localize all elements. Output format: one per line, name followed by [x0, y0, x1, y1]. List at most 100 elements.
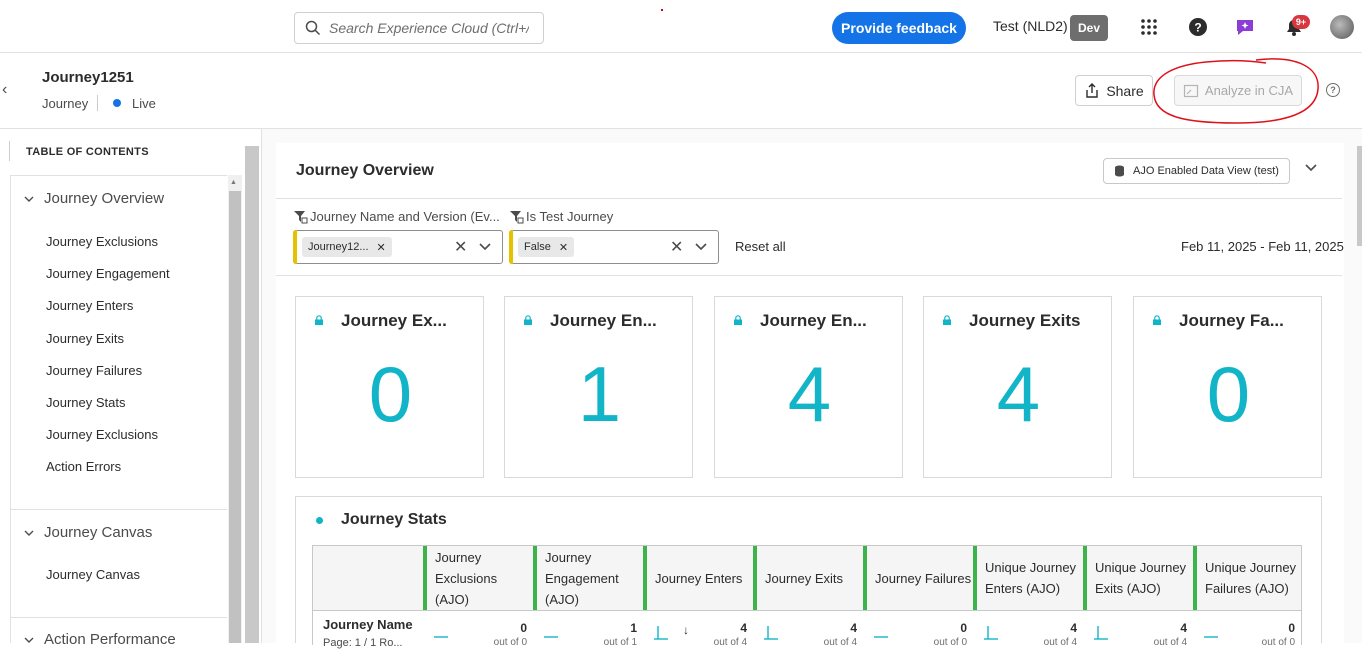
toc-left-border: [10, 175, 11, 643]
column-header[interactable]: Unique Journey Failures (AJO): [1193, 546, 1301, 610]
metric-card-value: 0: [1206, 350, 1251, 438]
filters-divider: [276, 275, 1342, 276]
lock-icon: [734, 315, 742, 325]
stats-dot-icon: [316, 517, 323, 524]
column-header[interactable]: Journey Engagement (AJO): [533, 546, 643, 610]
share-button[interactable]: Share: [1075, 75, 1153, 106]
toc-item-journey-enters[interactable]: Journey Enters: [46, 298, 133, 313]
back-chevron-icon[interactable]: ‹: [2, 81, 7, 99]
filter-marker: [509, 230, 513, 264]
search-box[interactable]: [294, 12, 544, 44]
filter-label-journey-name: Journey Name and Version (Ev...: [293, 209, 500, 224]
spike-sparkline-icon: [1094, 626, 1108, 640]
clear-filter-icon[interactable]: ✕: [454, 237, 467, 257]
sort-down-arrow-icon[interactable]: ↓: [683, 623, 689, 637]
scroll-up-arrow-icon[interactable]: ▲: [230, 179, 237, 186]
notifications-count-badge: 9+: [1292, 15, 1310, 29]
toc-divider: [10, 509, 227, 510]
flat-sparkline-icon: [434, 636, 448, 638]
data-view-selector[interactable]: AJO Enabled Data View (test): [1103, 158, 1290, 184]
column-header[interactable]: Unique Journey Exits (AJO): [1083, 546, 1193, 610]
user-avatar[interactable]: [1330, 15, 1354, 39]
toc-item-journey-stats[interactable]: Journey Stats: [46, 395, 126, 410]
toc-section-journey-canvas[interactable]: Journey Canvas: [24, 524, 152, 541]
help-icon[interactable]: ?: [1185, 14, 1211, 40]
toc-item-action-errors[interactable]: Action Errors: [46, 459, 121, 474]
metric-card-journey-enters[interactable]: Journey En... 4: [714, 296, 903, 478]
lock-icon: [315, 315, 323, 325]
journey-status: Live: [132, 96, 156, 111]
toc-item-journey-failures[interactable]: Journey Failures: [46, 363, 142, 378]
metric-card-value: 1: [577, 350, 622, 438]
lock-icon: [943, 315, 951, 325]
apps-grid-icon[interactable]: [1136, 14, 1162, 40]
filter-label-is-test-journey: Is Test Journey: [509, 209, 613, 224]
cell-value: 4: [850, 621, 857, 635]
flat-sparkline-icon: [1204, 636, 1218, 638]
metric-card-journey-engagement[interactable]: Journey En... 1: [504, 296, 693, 478]
provide-feedback-button[interactable]: Provide feedback: [832, 12, 966, 44]
org-switcher[interactable]: Test (NLD2): [993, 18, 1068, 34]
toc-section-journey-overview[interactable]: Journey Overview: [24, 190, 164, 207]
sidebar-tab-edge: [0, 141, 10, 161]
row-header: Journey Name Page: 1 / 1 Ro...: [313, 610, 423, 649]
date-range[interactable]: Feb 11, 2025 - Feb 11, 2025: [1181, 239, 1344, 254]
journey-title: Journey1251: [42, 69, 134, 86]
toc-item-journey-exclusions[interactable]: Journey Exclusions: [46, 234, 158, 249]
chip-remove-icon[interactable]: ✕: [377, 241, 386, 254]
journey-stats-panel: Journey Stats Journey Exclusions (AJO) J…: [295, 496, 1322, 649]
filter-chip[interactable]: Journey12... ✕: [302, 237, 392, 257]
cell-value: 0: [960, 621, 967, 635]
filter-dropdown-chevron-icon[interactable]: [478, 236, 492, 259]
toc-section-label: Action Performance: [44, 631, 176, 648]
stats-title: Journey Stats: [341, 511, 447, 528]
chip-remove-icon[interactable]: ✕: [559, 241, 568, 254]
toc-section-action-performance[interactable]: Action Performance: [24, 631, 176, 648]
metric-card-journey-failures[interactable]: Journey Fa... 0: [1133, 296, 1322, 478]
metric-card-title: Journey Fa...: [1179, 311, 1284, 330]
header-divider: [97, 95, 98, 111]
filter-is-test-journey[interactable]: False ✕ ✕: [509, 230, 719, 264]
metric-card-journey-exclusions[interactable]: Journey Ex... 0: [295, 296, 484, 478]
stats-table: Journey Exclusions (AJO) Journey Engagem…: [312, 545, 1302, 649]
chevron-down-icon: [24, 530, 34, 536]
filter-chip[interactable]: False ✕: [518, 237, 575, 257]
toc-scrollbar-thumb[interactable]: [229, 191, 241, 643]
filter-label-text: Is Test Journey: [526, 209, 614, 224]
metric-card-journey-exits[interactable]: Journey Exits 4: [923, 296, 1112, 478]
share-icon: [1086, 82, 1099, 98]
sidebar-outer-scrollbar[interactable]: [245, 146, 259, 643]
toc-title: TABLE OF CONTENTS: [26, 146, 149, 158]
metric-card-value: 4: [787, 350, 832, 438]
cell-value: 0: [1288, 621, 1295, 635]
ai-assistant-icon[interactable]: [1232, 14, 1258, 40]
header-help-icon[interactable]: ?: [1326, 83, 1340, 97]
toc-item-journey-exclusions-2[interactable]: Journey Exclusions: [46, 427, 158, 442]
table-cell: 1 out of 1: [533, 610, 643, 648]
column-header[interactable]: Unique Journey Enters (AJO): [973, 546, 1083, 610]
filter-journey-name[interactable]: Journey12... ✕ ✕: [293, 230, 503, 264]
env-badge[interactable]: Dev: [1070, 15, 1108, 41]
toc-item-journey-canvas[interactable]: Journey Canvas: [46, 567, 140, 582]
filter-dropdown-chevron-icon[interactable]: [694, 236, 708, 259]
toc-divider: [10, 175, 227, 176]
filter-icon: [510, 210, 524, 223]
metric-card-title: Journey Exits: [969, 311, 1081, 330]
toc-item-journey-exits[interactable]: Journey Exits: [46, 331, 124, 346]
clear-filter-icon[interactable]: ✕: [670, 237, 683, 257]
cell-value: 1: [630, 621, 637, 635]
page-scrollbar-thumb[interactable]: [1357, 146, 1362, 246]
stray-mark: [661, 9, 663, 11]
toc-item-journey-engagement[interactable]: Journey Engagement: [46, 266, 170, 281]
metric-card-value: 4: [996, 350, 1041, 438]
search-input[interactable]: [329, 20, 529, 36]
reset-all-button[interactable]: Reset all: [735, 239, 786, 254]
database-icon: [1115, 165, 1124, 177]
collapse-chevron-icon[interactable]: [1304, 160, 1318, 176]
filter-marker: [293, 230, 297, 264]
column-header[interactable]: Journey Enters: [643, 546, 753, 610]
column-header[interactable]: Journey Exits: [753, 546, 863, 610]
journey-header: ‹ Journey1251 Journey Live Share Analyze…: [0, 53, 1362, 129]
column-header[interactable]: Journey Failures: [863, 546, 973, 610]
column-header[interactable]: Journey Exclusions (AJO): [423, 546, 533, 610]
